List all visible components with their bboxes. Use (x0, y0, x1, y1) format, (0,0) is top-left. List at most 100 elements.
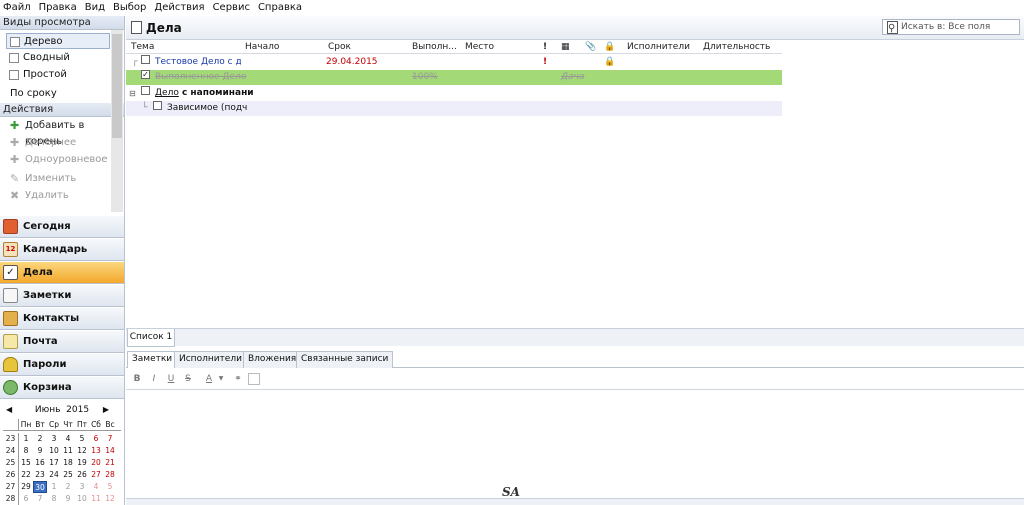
nav-today[interactable]: Сегодня (0, 216, 124, 238)
table-row[interactable]: └ Зависимое (подч (126, 101, 782, 116)
calendar-day[interactable]: 30 (33, 481, 47, 493)
calendar-day[interactable]: 18 (61, 457, 75, 469)
note-editor[interactable] (126, 390, 1024, 498)
list-tab[interactable]: Список 1 (127, 329, 175, 347)
nav-passwords[interactable]: Пароли (0, 354, 124, 376)
action-edit[interactable]: ✎ Изменить (8, 171, 76, 187)
calendar-day[interactable]: 2 (61, 481, 75, 493)
calendar-day[interactable]: 7 (33, 493, 47, 505)
col-completed[interactable]: Выполн... (412, 40, 457, 54)
calendar-day[interactable]: 4 (89, 481, 103, 493)
action-add-root[interactable]: ✚ Добавить в корень (8, 118, 124, 147)
scrollbar-thumb[interactable] (112, 34, 122, 138)
insert-table-icon[interactable] (248, 373, 260, 385)
view-simple[interactable]: Простой (6, 67, 110, 83)
strike-button[interactable]: S (181, 372, 195, 386)
calendar-day[interactable]: 3 (47, 433, 61, 445)
menu-help[interactable]: Справка (255, 0, 307, 16)
calendar-day[interactable]: 1 (47, 481, 61, 493)
nav-notes[interactable]: Заметки (0, 285, 124, 307)
col-subject[interactable]: Тема (131, 40, 154, 54)
menu-file[interactable]: Файл (0, 0, 36, 16)
chevron-down-icon[interactable]: ▼ (214, 372, 228, 386)
col-assignees[interactable]: Исполнители (627, 40, 690, 54)
nav-tasks[interactable]: ✓ Дела (0, 262, 124, 284)
col-start[interactable]: Начало (245, 40, 279, 54)
menu-edit[interactable]: Правка (36, 0, 82, 16)
calendar-day[interactable]: 28 (103, 469, 117, 481)
view-by-due[interactable]: По сроку выполнения (6, 86, 110, 115)
action-add-child[interactable]: ✚ Дочернее (8, 135, 76, 151)
bold-button[interactable]: B (130, 372, 144, 386)
calendar-day[interactable]: 4 (61, 433, 75, 445)
table-row[interactable]: ✓ Выполненное Дело 100% Дача (126, 70, 782, 85)
tab-attachments[interactable]: Вложения (243, 351, 302, 368)
calendar-day[interactable]: 12 (103, 493, 117, 505)
col-due[interactable]: Срок (328, 40, 351, 54)
underline-button[interactable]: U (164, 372, 178, 386)
search-input[interactable]: ⚲ Искать в: Все поля (882, 19, 1020, 35)
calendar-day[interactable]: 11 (61, 445, 75, 457)
col-place[interactable]: Место (465, 40, 494, 54)
calendar-day[interactable]: 21 (103, 457, 117, 469)
calendar-day[interactable]: 6 (19, 493, 33, 505)
calendar-day[interactable]: 7 (103, 433, 117, 445)
action-add-sibling[interactable]: ✚ Одноуровневое (8, 152, 108, 168)
menu-service[interactable]: Сервис (210, 0, 255, 16)
nav-contacts[interactable]: Контакты (0, 308, 124, 330)
italic-button[interactable]: I (147, 372, 161, 386)
menu-select[interactable]: Выбор (110, 0, 151, 16)
calendar-day[interactable]: 6 (89, 433, 103, 445)
tab-related[interactable]: Связанные записи (296, 351, 394, 368)
calendar-day[interactable]: 26 (75, 469, 89, 481)
col-private-icon[interactable]: 🔒 (604, 40, 615, 54)
calendar-day[interactable]: 2 (33, 433, 47, 445)
next-month-icon[interactable]: ▶ (103, 404, 109, 416)
nav-mail[interactable]: Почта (0, 331, 124, 353)
task-checkbox[interactable] (141, 55, 150, 64)
calendar-day[interactable]: 20 (89, 457, 103, 469)
col-duration[interactable]: Длительность (703, 40, 770, 54)
calendar-day[interactable]: 9 (33, 445, 47, 457)
calendar-day[interactable]: 5 (103, 481, 117, 493)
menu-actions[interactable]: Действия (151, 0, 209, 16)
table-row[interactable]: ⊟ Дело с напоминани (126, 86, 782, 101)
calendar-day[interactable]: 10 (75, 493, 89, 505)
action-delete[interactable]: ✖ Удалить (8, 188, 69, 204)
menu-view[interactable]: Вид (82, 0, 110, 16)
calendar-day[interactable]: 22 (19, 469, 33, 481)
calendar-day[interactable]: 16 (33, 457, 47, 469)
calendar-day[interactable]: 9 (61, 493, 75, 505)
tab-notes[interactable]: Заметки (127, 351, 178, 368)
task-checkbox-checked[interactable]: ✓ (141, 70, 150, 79)
calendar-day[interactable]: 1 (19, 433, 33, 445)
col-attach-icon[interactable]: ▦ (561, 40, 570, 54)
views-scrollbar[interactable] (111, 30, 123, 212)
calendar-day[interactable]: 25 (61, 469, 75, 481)
calendar-day[interactable]: 23 (33, 469, 47, 481)
calendar-day[interactable]: 29 (19, 481, 33, 493)
nav-trash[interactable]: Корзина (0, 377, 124, 399)
view-tree[interactable]: Дерево (6, 33, 110, 49)
calendar-day[interactable]: 8 (47, 493, 61, 505)
calendar-day[interactable]: 11 (89, 493, 103, 505)
link-icon[interactable]: ⚭ (231, 372, 245, 386)
calendar-day[interactable]: 24 (47, 469, 61, 481)
col-priority[interactable]: ! (543, 40, 547, 54)
col-attachment-icon[interactable]: 📎 (585, 40, 596, 54)
view-summary[interactable]: Сводный (6, 50, 110, 66)
table-row[interactable]: ┌ Тестовое Дело с датой 29.04.2015 ! 🔒 (126, 55, 782, 70)
task-checkbox[interactable] (141, 86, 150, 95)
calendar-day[interactable]: 13 (89, 445, 103, 457)
calendar-day[interactable]: 12 (75, 445, 89, 457)
collapse-icon[interactable]: ⊟ (129, 86, 136, 101)
calendar-day[interactable]: 17 (47, 457, 61, 469)
calendar-day[interactable]: 3 (75, 481, 89, 493)
calendar-day[interactable]: 10 (47, 445, 61, 457)
calendar-day[interactable]: 8 (19, 445, 33, 457)
prev-month-icon[interactable]: ◀ (6, 404, 12, 416)
nav-calendar[interactable]: 12 Календарь (0, 239, 124, 261)
calendar-day[interactable]: 27 (89, 469, 103, 481)
calendar-day[interactable]: 5 (75, 433, 89, 445)
tab-assignees[interactable]: Исполнители (174, 351, 247, 368)
